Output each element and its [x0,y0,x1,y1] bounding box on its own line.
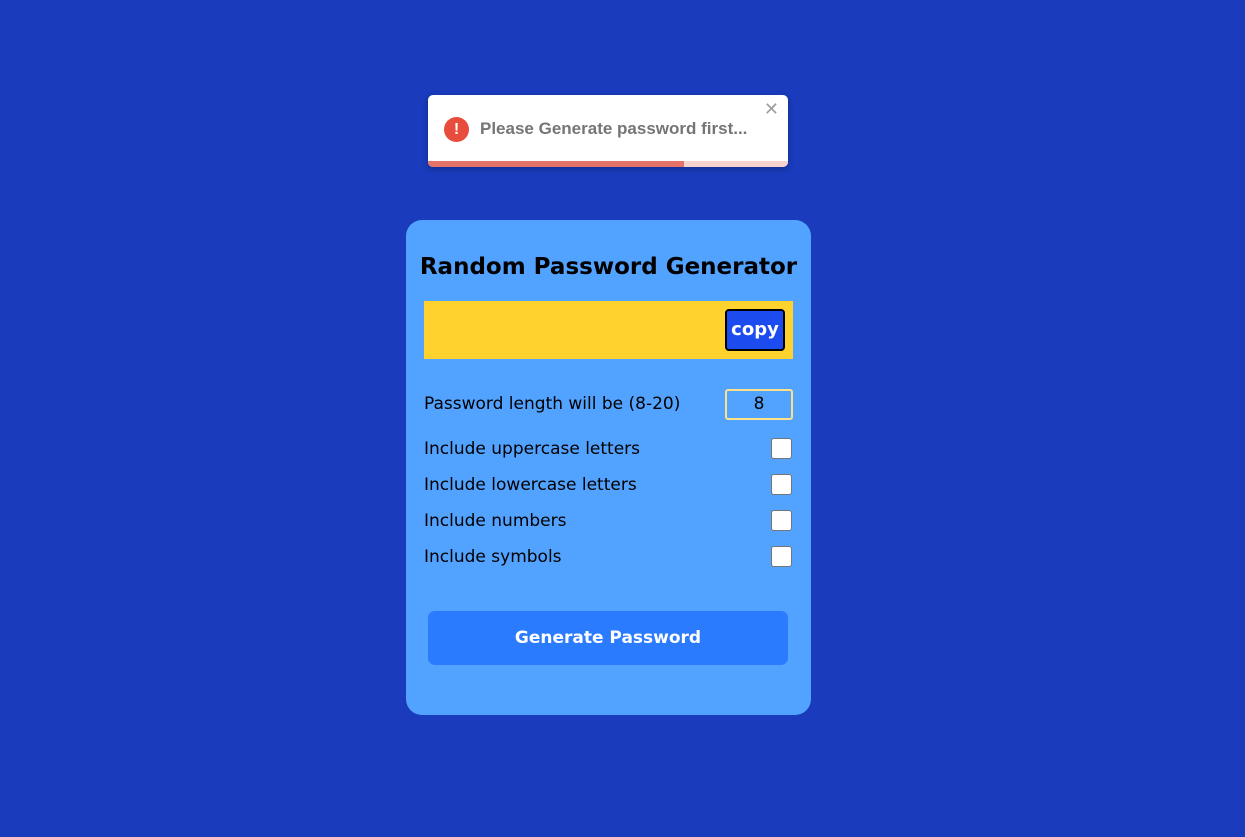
option-label: Include uppercase letters [424,439,641,459]
toast-progress-track [428,161,788,167]
option-row-numbers: Include numbers [424,506,793,536]
password-output: copy [424,301,793,359]
uppercase-checkbox[interactable] [771,438,792,459]
toast-message: Please Generate password first... [480,119,748,138]
option-label: Include numbers [424,511,567,531]
lowercase-checkbox[interactable] [771,474,792,495]
page-title: Random Password Generator [419,254,798,280]
copy-button[interactable]: copy [725,309,785,351]
error-toast: ! Please Generate password first... ✕ [428,95,788,167]
length-row: Password length will be (8-20) 8 [424,389,793,420]
option-row-symbols: Include symbols [424,542,793,572]
option-label: Include lowercase letters [424,475,637,495]
option-row-uppercase: Include uppercase letters [424,434,793,464]
length-input[interactable]: 8 [725,389,793,420]
numbers-checkbox[interactable] [771,510,792,531]
close-icon[interactable]: ✕ [764,99,779,121]
option-label: Include symbols [424,547,562,567]
password-generator-card: Random Password Generator copy Password … [406,220,811,715]
generate-password-button[interactable]: Generate Password [428,611,788,665]
toast-progress-bar [428,161,684,167]
exclamation-circle-icon: ! [444,117,469,142]
option-row-lowercase: Include lowercase letters [424,470,793,500]
symbols-checkbox[interactable] [771,546,792,567]
length-label: Password length will be (8-20) [424,394,681,414]
